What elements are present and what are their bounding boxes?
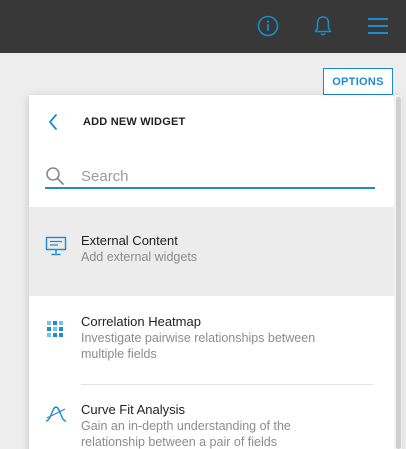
panel-title: ADD NEW WIDGET [83, 116, 186, 128]
options-button[interactable]: OPTIONS [323, 68, 393, 95]
search-box [45, 163, 375, 189]
heatmap-grid-icon [45, 318, 67, 340]
chevron-left-icon [49, 114, 57, 130]
list-item-correlation-heatmap[interactable]: Correlation Heatmap Investigate pairwise… [29, 296, 399, 385]
item-description: Investigate pairwise relationships betwe… [81, 331, 316, 361]
bell-icon[interactable] [310, 13, 336, 39]
panel-header: ADD NEW WIDGET [29, 95, 399, 150]
top-bar [0, 0, 406, 53]
widget-list: External Content Add external widgets Co… [29, 207, 399, 449]
item-title: External Content [81, 233, 178, 248]
item-title: Curve Fit Analysis [81, 402, 186, 417]
search-icon [46, 167, 64, 185]
info-circle-icon[interactable] [255, 13, 281, 39]
search-input[interactable] [81, 165, 371, 187]
list-item-curve-fit-analysis[interactable]: Curve Fit Analysis Gain an in-depth unde… [29, 385, 399, 449]
hamburger-menu-icon[interactable] [365, 13, 391, 39]
scrollbar-thumb[interactable] [396, 97, 401, 449]
list-item-external-content[interactable]: External Content Add external widgets [29, 207, 399, 296]
curve-icon [45, 403, 67, 425]
item-description: Add external widgets [81, 250, 198, 264]
monitor-icon [45, 235, 67, 257]
item-title: Correlation Heatmap [81, 314, 201, 329]
back-button[interactable] [43, 111, 63, 133]
item-description: Gain an in-depth understanding of the re… [81, 419, 291, 449]
add-widget-panel: ADD NEW WIDGET External Content Add exte… [29, 95, 399, 449]
